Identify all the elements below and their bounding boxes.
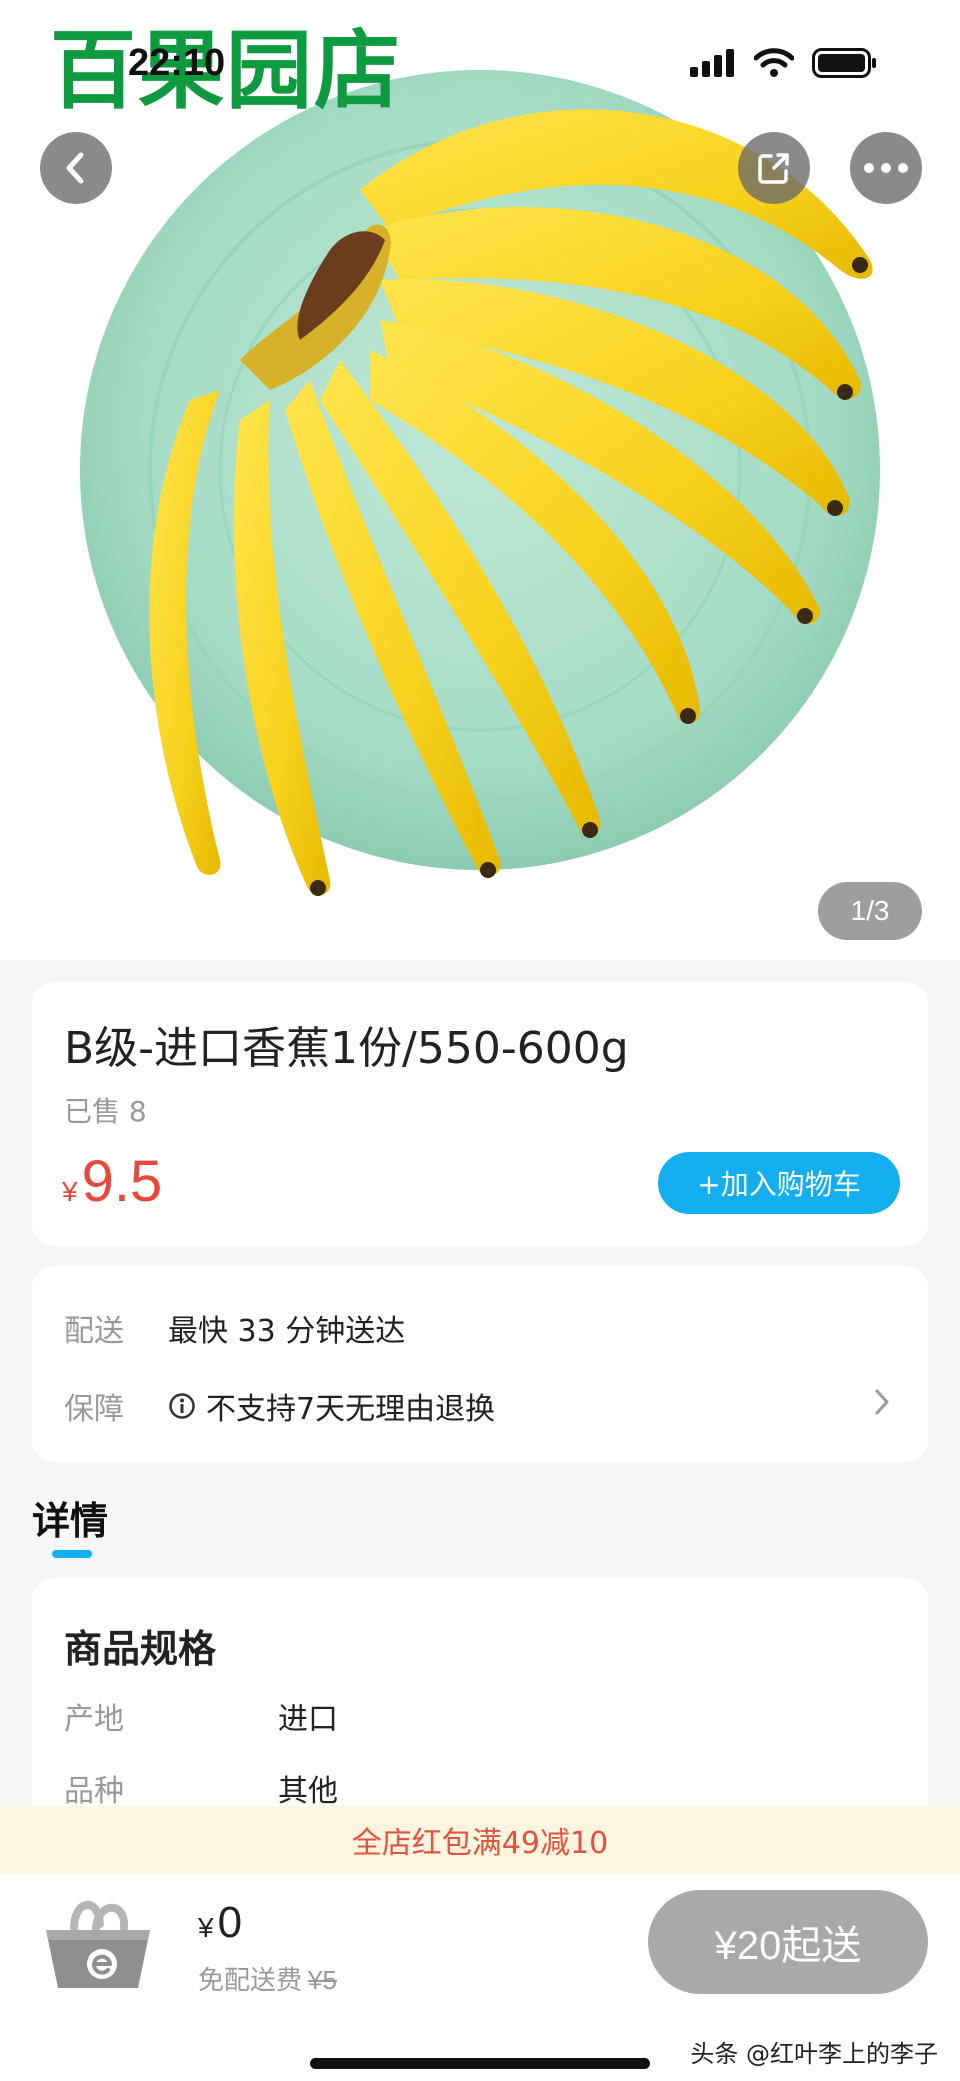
spec-row: 品种 其他 — [64, 1766, 338, 1810]
home-indicator — [310, 2058, 650, 2069]
price-currency: ¥ — [62, 1176, 78, 1207]
tab-details[interactable]: 详情 — [32, 1490, 108, 1545]
product-title: B级-进口香蕉1份/550-600g — [64, 1023, 629, 1074]
image-pager: 1/3 — [818, 882, 922, 940]
delivery-value: 最快 33 分钟送达 — [168, 1314, 406, 1349]
status-bar-time: 22:10 — [128, 42, 226, 84]
delivery-label: 配送 — [64, 1314, 124, 1349]
spec-row: 产地 进口 — [64, 1694, 338, 1738]
cart-total: ¥ 0 — [198, 1898, 242, 1948]
back-button[interactable] — [40, 132, 112, 204]
spec-value: 其他 — [278, 1774, 338, 1809]
guarantee-label: 保障 — [64, 1392, 124, 1427]
bottom-bar: ¥ 0 免配送费 ¥5 ¥20起送 头条 @红叶李上的李子 — [0, 1874, 960, 2081]
share-button[interactable] — [738, 132, 810, 204]
delivery-row: 配送 最快 33 分钟送达 — [64, 1306, 405, 1350]
product-image-area[interactable]: 百果园店 22:10 1/3 — [0, 0, 960, 960]
product-info-card: B级-进口香蕉1份/550-600g 已售 8 ¥ 9.5 +加入购物车 — [32, 982, 928, 1246]
min-order-button[interactable]: ¥20起送 — [648, 1890, 928, 1994]
guarantee-value: 不支持7天无理由退换 — [206, 1392, 496, 1427]
battery-icon — [812, 48, 876, 78]
spec-key: 产地 — [64, 1702, 124, 1737]
tab-active-indicator — [52, 1550, 92, 1558]
product-price: ¥ 9.5 — [62, 1148, 162, 1215]
back-icon — [66, 152, 84, 184]
cart-total-currency: ¥ — [198, 1912, 214, 1943]
sold-count: 已售 8 — [64, 1095, 147, 1128]
guarantee-row[interactable]: 保障 不支持7天无理由退换 — [64, 1384, 495, 1428]
cart-total-amount: 0 — [217, 1898, 243, 1947]
spec-key: 品种 — [64, 1774, 124, 1809]
share-icon — [758, 153, 789, 184]
promo-banner[interactable]: 全店红包满49减10 — [0, 1806, 960, 1874]
basket-icon[interactable] — [38, 1888, 158, 1998]
price-value: 9.5 — [81, 1149, 163, 1214]
source-credit: 头条 @红叶李上的李子 — [690, 2040, 938, 2068]
banana-product-image — [80, 70, 880, 896]
info-icon — [168, 1392, 196, 1420]
more-icon — [864, 163, 908, 173]
delivery-fee-note: 免配送费 ¥5 — [198, 1960, 337, 1997]
spec-value: 进口 — [278, 1702, 338, 1737]
chevron-right-icon[interactable] — [874, 1388, 890, 1416]
status-bar-icons — [690, 48, 878, 78]
more-button[interactable] — [850, 132, 922, 204]
wifi-icon — [754, 48, 794, 77]
delivery-free-label: 免配送费 — [198, 1966, 303, 1996]
brand-logo: 百果园店 — [50, 21, 402, 121]
delivery-original-fee: ¥5 — [308, 1965, 337, 1995]
spec-title: 商品规格 — [64, 1627, 217, 1671]
signal-icon — [690, 49, 734, 77]
spec-card: 商品规格 产地 进口 品种 其他 — [32, 1578, 928, 1838]
service-card: 配送 最快 33 分钟送达 保障 不支持7天无理由退换 — [32, 1266, 928, 1462]
add-to-cart-button[interactable]: +加入购物车 — [658, 1152, 900, 1214]
